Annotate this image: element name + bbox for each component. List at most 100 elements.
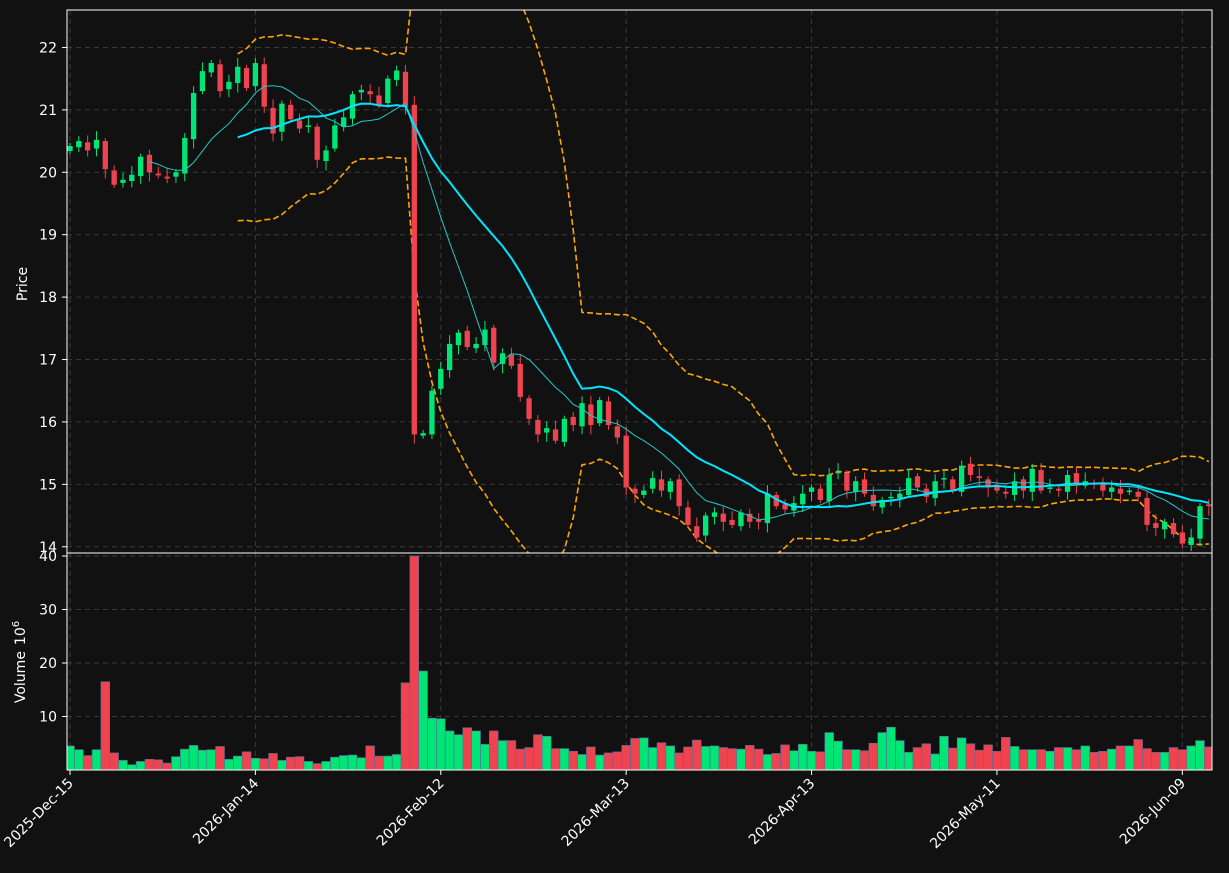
volume-tick-label: 30 — [39, 603, 57, 619]
volume-bar — [268, 753, 278, 770]
candle-body — [137, 156, 144, 177]
volume-bar — [1062, 747, 1073, 770]
volume-bar — [956, 737, 967, 770]
volume-bar — [171, 756, 181, 770]
volume-bar — [489, 730, 499, 770]
volume-bar — [771, 753, 781, 770]
volume-bar — [542, 735, 552, 770]
volume-bar — [533, 734, 543, 770]
price-tick-label: 17 — [39, 353, 57, 369]
candle-body — [1020, 479, 1027, 491]
price-tick-label: 22 — [39, 40, 57, 56]
volume-bar — [683, 746, 693, 770]
volume-bar — [215, 746, 225, 770]
candle-body — [1029, 468, 1035, 492]
volume-bar — [391, 754, 402, 770]
price-tick-label: 21 — [39, 103, 57, 119]
candle-body — [270, 107, 276, 134]
volume-bar — [833, 740, 843, 770]
volume-bar — [109, 752, 119, 770]
volume-bar — [524, 747, 534, 770]
candle-body — [632, 488, 638, 494]
candle-body — [685, 507, 691, 525]
volume-tick-label: 40 — [39, 549, 57, 565]
price-tick-label: 18 — [39, 290, 57, 306]
candle-body — [491, 327, 497, 363]
candle-body — [402, 71, 409, 107]
volume-bar — [586, 746, 596, 770]
candle-body — [261, 64, 267, 107]
price-tick-label: 20 — [39, 165, 57, 181]
candle-body — [808, 487, 815, 492]
candle-body — [296, 120, 303, 129]
volume-bar — [930, 753, 940, 770]
volume-bar — [436, 718, 446, 770]
volume-bar — [762, 754, 773, 770]
volume-bar — [1045, 750, 1055, 770]
candle-body — [641, 490, 647, 495]
candle-body — [702, 515, 709, 536]
candle-body — [650, 478, 656, 489]
candle-body — [1135, 491, 1141, 497]
candle-body — [208, 63, 214, 73]
volume-bar — [550, 748, 561, 770]
volume-bar — [1106, 748, 1117, 770]
candle-body — [464, 330, 470, 348]
volume-bar — [356, 757, 367, 770]
volume-bar — [259, 758, 269, 770]
candle-body — [817, 488, 824, 500]
candle-body — [561, 418, 568, 442]
volume-bar — [250, 757, 261, 770]
candle-body — [226, 81, 232, 90]
volume-bar — [992, 750, 1002, 770]
volume-bar — [418, 670, 428, 770]
volume-bar — [1018, 749, 1029, 770]
candle-body — [155, 173, 161, 176]
candle-body — [1109, 487, 1115, 492]
candle-body — [1117, 488, 1124, 494]
volume-bar — [321, 761, 331, 770]
volume-bar — [1177, 749, 1188, 770]
candle-body — [376, 95, 382, 105]
candle-body — [393, 70, 400, 80]
volume-bar — [1115, 745, 1126, 770]
volume-bar — [798, 744, 808, 770]
candle-body — [526, 398, 532, 419]
volume-bar — [1168, 747, 1179, 770]
volume-bar — [383, 755, 393, 770]
volume-bar — [347, 754, 358, 770]
candle-body — [570, 416, 576, 426]
candle-body — [1197, 506, 1203, 539]
candle-body — [358, 89, 364, 93]
candle-body — [288, 104, 294, 120]
volume-bar — [948, 747, 958, 770]
volume-bar — [815, 751, 826, 770]
candle-body — [800, 493, 806, 505]
volume-bar — [480, 744, 490, 770]
volume-axis-label-exponent: 6 — [11, 621, 22, 627]
volume-bar — [506, 740, 517, 770]
candle-body — [711, 512, 718, 517]
candle-body — [243, 68, 250, 89]
volume-bar — [100, 681, 111, 770]
volume-bar — [409, 555, 420, 770]
volume-bar — [983, 744, 993, 770]
candle-body — [888, 496, 894, 499]
volume-axis-label-text: Volume — [13, 651, 29, 703]
candle-body — [129, 174, 135, 182]
candle-body — [146, 154, 153, 173]
price-tick-label: 19 — [39, 228, 57, 244]
volume-bar — [224, 758, 234, 770]
candle-body — [738, 512, 744, 527]
volume-bar — [665, 745, 676, 770]
volume-bar — [241, 751, 252, 770]
candle-body — [897, 493, 903, 499]
volume-bar — [718, 747, 728, 770]
candle-body — [658, 479, 665, 491]
candle-body — [323, 150, 329, 162]
candle-body — [235, 66, 241, 84]
volume-bar — [1151, 752, 1161, 770]
candle-body — [544, 428, 550, 433]
candle-body — [102, 141, 108, 170]
volume-bar — [338, 755, 349, 770]
